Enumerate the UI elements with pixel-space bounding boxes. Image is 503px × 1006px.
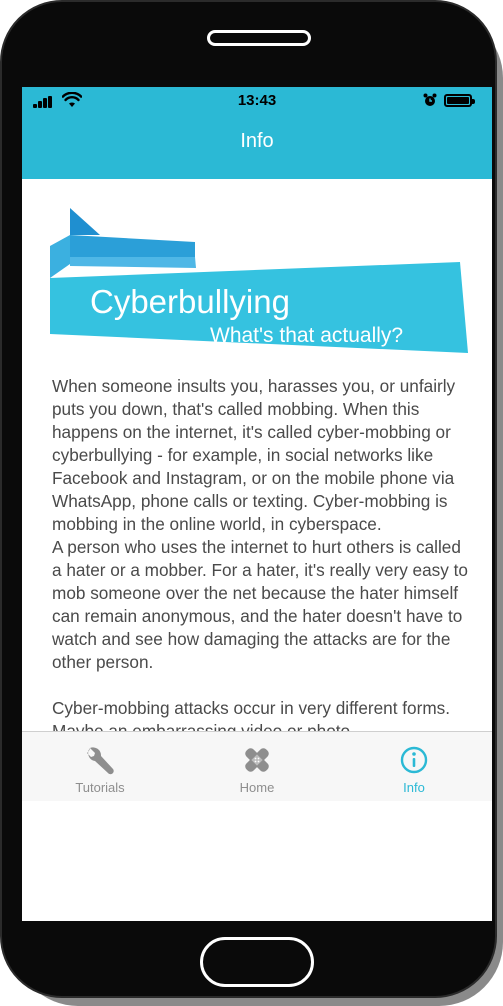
banner-subtitle: What's that actually? (210, 324, 404, 347)
tab-home[interactable]: Home (179, 732, 335, 802)
tab-home-label: Home (239, 780, 275, 795)
tab-bar: Tutorials Home Info (22, 731, 492, 801)
battery-icon (444, 94, 475, 107)
wrench-icon (87, 747, 114, 775)
speaker-grille (207, 30, 311, 46)
tab-tutorials-label: Tutorials (75, 780, 125, 795)
page-title: Info (240, 130, 274, 152)
tab-info-label: Info (403, 780, 425, 795)
banner-title: Cyberbullying (90, 283, 290, 320)
alarm-icon (423, 93, 437, 106)
article-text: When someone insults you, harasses you, … (52, 375, 470, 743)
phone-frame: 13:43 Info Cyberbullying What's that act… (0, 0, 503, 1006)
status-time: 13:43 (237, 92, 277, 109)
app-screen: 13:43 Info Cyberbullying What's that act… (22, 87, 492, 921)
navigation-bar: Info (22, 115, 492, 179)
article-paragraph: When someone insults you, harasses you, … (52, 376, 456, 534)
info-content[interactable]: Cyberbullying What's that actually? When… (22, 179, 492, 769)
tab-tutorials[interactable]: Tutorials (22, 732, 178, 802)
info-icon (400, 746, 428, 774)
cyberbullying-banner: Cyberbullying What's that actually? (50, 202, 470, 357)
article-paragraph: A person who uses the internet to hurt o… (52, 537, 468, 672)
tab-info[interactable]: Info (336, 732, 492, 802)
bandage-icon (245, 748, 269, 772)
home-button[interactable] (200, 937, 314, 987)
